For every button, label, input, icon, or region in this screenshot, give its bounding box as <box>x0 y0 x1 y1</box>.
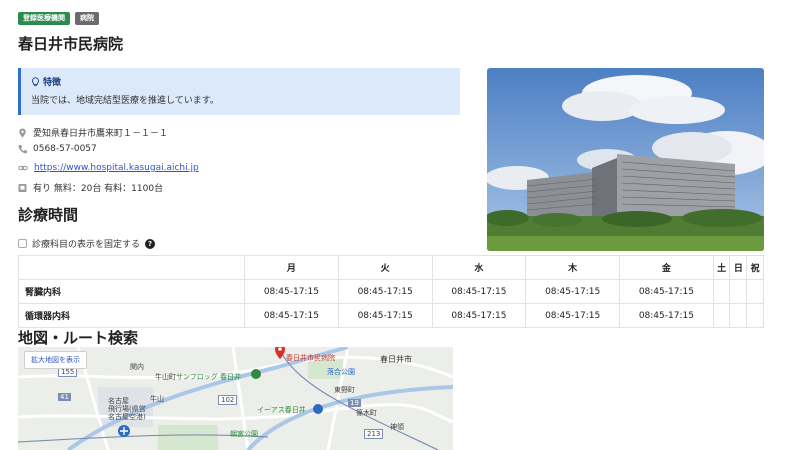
hours-cell: 08:45-17:15 <box>619 303 714 328</box>
map-pin-center-icon <box>278 347 282 351</box>
hospital-type-badge: 病院 <box>75 12 99 25</box>
map-label-nagoya-airport: 名古屋 飛行場(県営 名古屋空港) <box>108 397 146 421</box>
schedule-heading: 診療時間 <box>18 206 79 224</box>
fix-departments-row: 診療科目の表示を固定する ? <box>18 237 156 250</box>
hours-cell: 08:45-17:15 <box>244 279 339 304</box>
location-pin-icon <box>19 128 26 137</box>
hours-cell: 08:45-17:15 <box>619 279 714 304</box>
hospital-building-image <box>487 68 764 251</box>
day-header: 木 <box>525 255 620 280</box>
hours-cell: 08:45-17:15 <box>525 279 620 304</box>
hours-cell <box>712 279 731 304</box>
parking-text: 有り 無料：20台 有料：1100台 <box>33 184 164 194</box>
phone-text: 0568-57-0057 <box>33 144 97 154</box>
website-link[interactable]: https://www.hospital.kasugai.aichi.jp <box>34 163 199 173</box>
hours-cell: 08:45-17:15 <box>337 303 433 328</box>
help-icon[interactable]: ? <box>145 238 156 249</box>
hours-cell <box>746 303 764 328</box>
feature-box: 特徴 当院では、地域完結型医療を推進しています。 <box>18 68 460 115</box>
hours-cell: 08:45-17:15 <box>431 279 527 304</box>
day-header: 月 <box>244 255 339 280</box>
parking-row: 有り 無料：20台 有料：1100台 <box>18 181 163 194</box>
route-shield: 19 <box>348 399 361 407</box>
schedule-header-row: 月 火 水 木 金 土 日 祝 <box>18 255 764 280</box>
day-header: 金 <box>619 255 714 280</box>
hours-cell <box>712 303 731 328</box>
map-label-kasugai: 春日井市 <box>380 355 412 364</box>
phone-icon <box>18 145 27 154</box>
schedule-table: 月 火 水 木 金 土 日 祝 腎臓内科 08:45-17:15 08:45-1… <box>18 255 764 328</box>
registered-badge: 登録医療機関 <box>18 12 70 25</box>
map-label-sunflog: サンフロッグ 春日井 <box>176 373 242 381</box>
hours-cell: 08:45-17:15 <box>244 303 339 328</box>
map-label-ushiyama-town: 牛山町 <box>155 373 176 381</box>
address-text: 愛知県春日井市鷹来町１－１－１ <box>33 129 169 139</box>
hours-cell <box>746 279 764 304</box>
map-label-higashino: 東野町 <box>334 386 355 394</box>
map-heading: 地図・ルート検索 <box>18 329 139 347</box>
fix-departments-checkbox[interactable] <box>18 239 27 248</box>
schedule-corner-cell <box>18 255 245 280</box>
hours-cell <box>729 303 748 328</box>
address-row: 愛知県春日井市鷹来町１－１－１ <box>18 126 168 139</box>
website-row: https://www.hospital.kasugai.aichi.jp <box>18 163 199 173</box>
page-title: 春日井市民病院 <box>18 35 124 53</box>
day-header: 水 <box>431 255 527 280</box>
park-marker-icon <box>251 369 261 379</box>
map-label-kanjo: 関内 <box>130 363 144 371</box>
map-label-asamiya-park: 朝宮公園 <box>230 430 258 438</box>
table-row: 腎臓内科 08:45-17:15 08:45-17:15 08:45-17:15… <box>18 279 764 304</box>
parking-icon <box>18 183 27 192</box>
hours-cell: 08:45-17:15 <box>431 303 527 328</box>
feature-title: 特徴 <box>43 78 62 88</box>
hours-cell: 08:45-17:15 <box>525 303 620 328</box>
map-label-ochiai-park: 落合公園 <box>327 368 355 376</box>
department-name: 腎臓内科 <box>18 279 245 304</box>
day-header: 火 <box>337 255 433 280</box>
hours-cell <box>729 279 748 304</box>
route-shield: 41 <box>58 393 71 401</box>
enlarge-map-button[interactable]: 拡大地図を表示 <box>24 351 87 369</box>
map-label-shinmei: 神領 <box>390 423 404 431</box>
department-name: 循環器内科 <box>18 303 245 328</box>
day-header: 土 <box>712 255 731 280</box>
map-label-hospital: 春日井市民病院 <box>286 354 335 362</box>
day-header: 祝 <box>746 255 764 280</box>
feature-text: 当院では、地域完結型医療を推進しています。 <box>31 96 219 106</box>
feature-title-row: 特徴 <box>31 75 450 88</box>
shop-marker-icon <box>313 404 323 414</box>
hours-cell: 08:45-17:15 <box>337 279 433 304</box>
phone-row: 0568-57-0057 <box>18 144 97 154</box>
day-header: 日 <box>729 255 748 280</box>
map-label-shinoki: 篠木町 <box>356 409 377 417</box>
hospital-photo <box>487 68 764 251</box>
fix-departments-label: 診療科目の表示を固定する <box>32 240 141 250</box>
lightbulb-icon <box>32 76 39 86</box>
link-icon <box>18 165 28 171</box>
badge-group: 登録医療機関 病院 <box>18 12 99 25</box>
map-label-ushiyama: 牛山 <box>150 395 164 403</box>
map-label-aeon: イーアス春日井 <box>257 406 306 414</box>
route-shield: 102 <box>218 395 238 405</box>
route-shield: 213 <box>364 429 384 439</box>
table-row: 循環器内科 08:45-17:15 08:45-17:15 08:45-17:1… <box>18 303 764 328</box>
